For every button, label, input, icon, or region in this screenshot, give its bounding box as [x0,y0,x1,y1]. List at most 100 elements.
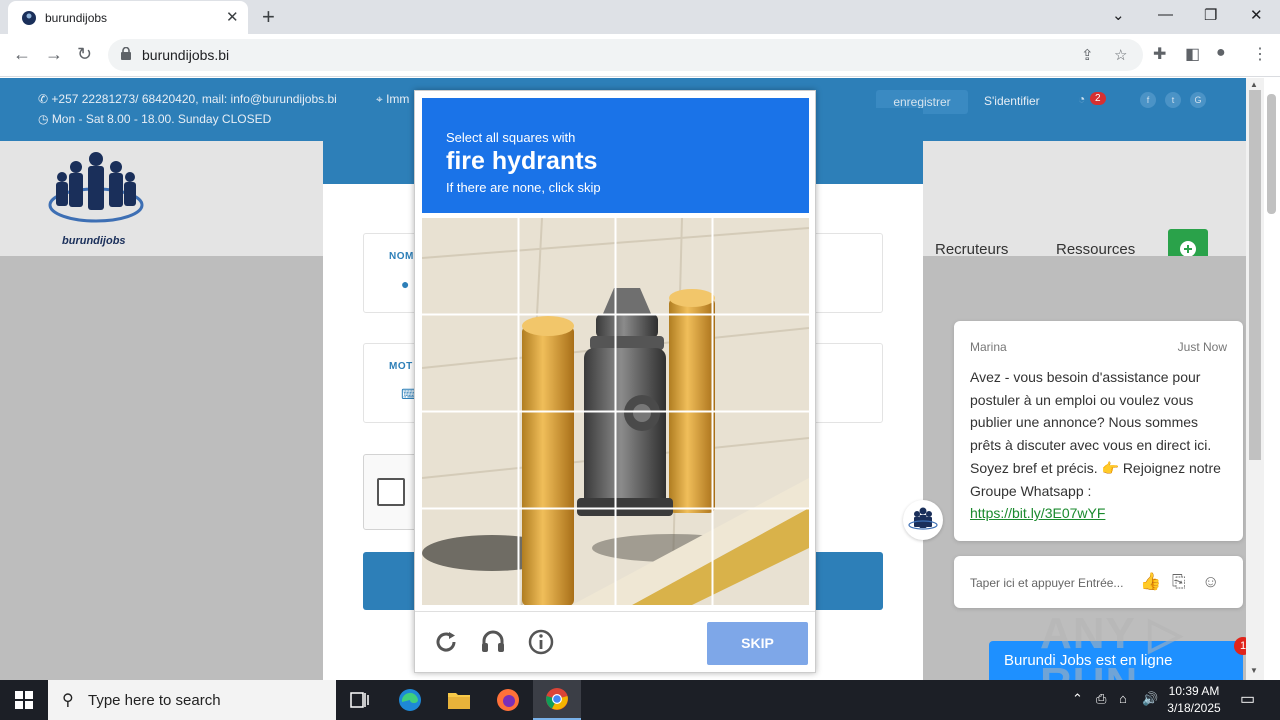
captcha-tile[interactable] [422,509,517,604]
windows-logo-icon [15,691,33,709]
notification-badge: 2 [1090,92,1106,105]
address-bar[interactable]: burundijobs.bi ⇪ ☆ [108,39,1143,71]
thumbs-up-icon[interactable]: 👍 [1140,572,1161,592]
back-icon[interactable]: ← [13,44,31,65]
captcha-tile[interactable] [519,218,614,313]
extensions-icon[interactable]: ✚ [1153,44,1166,64]
clock-date[interactable]: 3/18/2025 [1166,701,1222,715]
tab-search-icon[interactable]: ⌄ [1112,6,1125,24]
chat-agent-name: Marina [970,340,1007,354]
logo-people-icon [48,152,144,223]
agent-avatar-icon [908,507,938,530]
page-scrollbar[interactable]: ▲ ▼ [1246,78,1264,680]
network-icon[interactable]: ⌂ [1119,691,1127,706]
captcha-tile[interactable] [519,412,614,507]
chat-input-placeholder: Taper ici et appuyer Entrée... [970,576,1124,590]
reload-icon[interactable]: ↻ [77,44,92,65]
close-window-icon[interactable]: ✕ [1250,6,1263,24]
new-tab-icon[interactable]: + [262,4,275,30]
captcha-tile[interactable] [713,218,808,313]
forward-icon[interactable]: → [45,44,63,65]
captcha-tile[interactable] [519,509,614,604]
scroll-up-icon[interactable]: ▲ [1250,80,1258,89]
captcha-footer: SKIP [415,611,815,673]
scroll-down-icon[interactable]: ▼ [1250,666,1258,675]
whatsapp-link[interactable]: https://bit.ly/3E07wYF [970,505,1105,521]
captcha-tile[interactable] [713,412,808,507]
captcha-tile[interactable] [422,218,517,313]
chrome-app[interactable] [533,680,581,720]
side-panel-icon[interactable]: ◧ [1185,44,1200,64]
scrollbar-thumb[interactable] [1249,90,1261,460]
firefox-icon [497,689,519,711]
captcha-instructions: Select all squares with fire hydrants If… [422,98,809,213]
edge-icon [399,689,421,711]
captcha-tile[interactable] [422,412,517,507]
twitter-icon[interactable]: t [1165,92,1181,108]
firefox-app[interactable] [484,680,532,720]
task-view-button[interactable] [336,680,384,720]
captcha-tile[interactable] [422,315,517,410]
audio-challenge-icon[interactable] [479,628,507,656]
bookmark-star-icon[interactable]: ☆ [1114,46,1127,64]
task-view-icon [350,692,369,708]
captcha-image-grid [422,218,809,605]
close-tab-icon[interactable]: ✕ [226,8,239,26]
refresh-icon[interactable] [432,628,460,656]
info-icon[interactable] [527,628,555,656]
tab-title: burundijobs [45,11,108,25]
browser-tab[interactable]: burundijobs ✕ [8,1,248,34]
clock-time[interactable]: 10:39 AM [1166,684,1222,698]
address: ⌖ Imm [376,92,410,106]
chat-agent-avatar [903,500,943,540]
edge-app[interactable] [386,680,434,720]
captcha-target: fire hydrants [446,147,598,175]
captcha-tile[interactable] [713,315,808,410]
captcha-tile[interactable] [616,412,711,507]
menu-kebab-icon[interactable]: ⋮ [1252,44,1268,64]
chrome-icon [546,688,568,710]
google-icon[interactable]: G [1190,92,1206,108]
start-button[interactable] [0,680,48,720]
site-favicon-icon [22,11,36,25]
captcha-tile[interactable] [616,315,711,410]
notifications-icon[interactable]: ▭ [1240,689,1255,709]
file-explorer-app[interactable] [435,680,483,720]
chat-message: Avez - vous besoin d'assistance pour pos… [970,369,1221,522]
profile-icon[interactable]: ● [1216,44,1226,62]
restore-icon[interactable]: ❐ [1204,6,1217,24]
minimize-icon[interactable]: — [1158,6,1173,23]
chat-message-card: Marina Just Now Avez - vous besoin d'ass… [954,321,1243,541]
lock-icon [121,47,131,60]
captcha-line1: Select all squares with [446,130,576,145]
skip-button[interactable]: SKIP [707,622,808,665]
recaptcha-checkbox[interactable] [377,478,405,506]
browser-toolbar: ← → ↻ burundijobs.bi ⇪ ☆ ✚ ◧ ● ⋮ [0,34,1280,77]
facebook-icon[interactable]: f [1140,92,1156,108]
url-text: burundijobs.bi [142,47,230,63]
tray-device-icon[interactable]: ⎙ [1096,691,1106,707]
opening-hours: ◷ Mon - Sat 8.00 - 18.00. Sunday CLOSED [38,112,272,126]
attachment-icon[interactable]: ⎘ [1172,572,1186,592]
captcha-tile[interactable] [616,509,711,604]
browser-scrollbar[interactable] [1264,78,1280,680]
search-placeholder: Type here to search [88,692,221,709]
burundijobs-logo[interactable]: burundijobs [46,147,146,251]
captcha-tile[interactable] [616,218,711,313]
share-icon[interactable]: ⇪ [1081,46,1094,64]
emoji-icon[interactable]: ☺ [1202,572,1219,592]
plus-circle-icon [1180,241,1196,257]
captcha-tile[interactable] [713,509,808,604]
password-field-label: MOT [389,361,413,372]
taskbar-search[interactable]: ⚲ Type here to search [48,680,336,720]
captcha-tile[interactable] [519,315,614,410]
notification-icon[interactable]: ◔ 2 [1078,92,1112,112]
volume-icon[interactable]: 🔊 [1142,691,1158,707]
folder-icon [448,693,470,709]
login-link[interactable]: S'identifier [984,94,1040,108]
windows-taskbar: ⚲ Type here to search ⌃ ⎙ ⌂ 🔊 10:39 AM 3… [0,680,1280,720]
tray-expand-icon[interactable]: ⌃ [1072,691,1083,707]
chat-input-box[interactable]: Taper ici et appuyer Entrée... 👍 ⎘ ☺ [954,556,1243,608]
captcha-challenge: Select all squares with fire hydrants If… [414,90,816,673]
browser-scrollbar-thumb[interactable] [1267,94,1276,214]
